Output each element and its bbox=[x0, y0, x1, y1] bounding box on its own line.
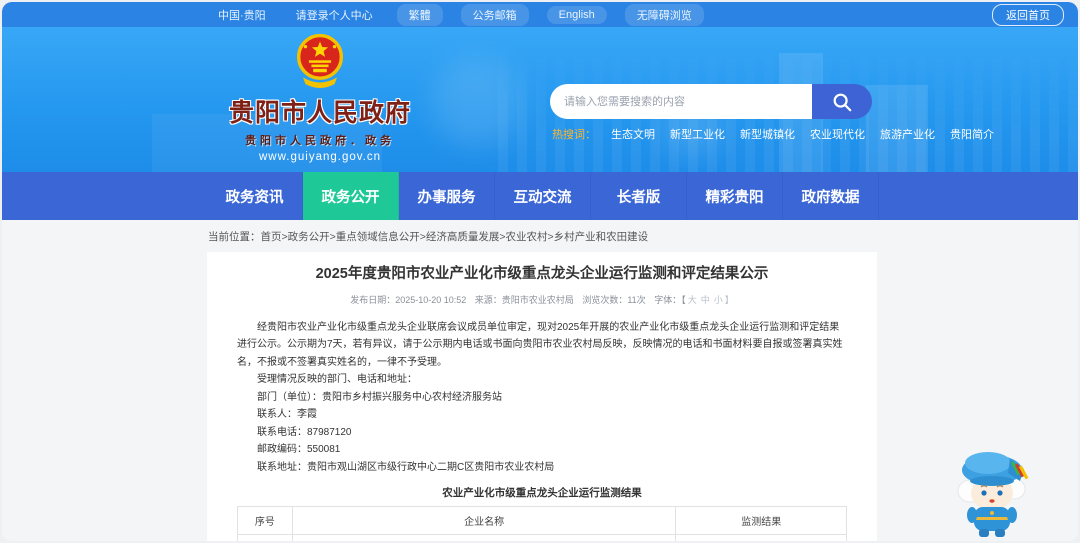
search-input[interactable] bbox=[550, 84, 812, 119]
back-home-button[interactable]: 返回首页 bbox=[992, 3, 1064, 26]
font-size-button[interactable]: 小 bbox=[714, 295, 723, 305]
search-bar bbox=[550, 84, 872, 119]
font-size-close-bracket: 】 bbox=[724, 294, 734, 305]
site-title: 贵阳市人民政府 bbox=[228, 99, 411, 127]
topbar-item[interactable]: 中国·贵阳 bbox=[212, 5, 272, 25]
font-size-button[interactable]: 大 bbox=[688, 295, 697, 305]
article-source: 来源：贵阳市农业农村局 bbox=[474, 294, 574, 305]
paragraph: 联系人：李霞 bbox=[257, 409, 317, 421]
paragraph: 部门（单位）：贵阳市乡村振兴服务中心农村经济服务站 bbox=[257, 391, 502, 403]
mascot-assistant[interactable] bbox=[948, 443, 1036, 539]
nav-tab[interactable]: 长者版 bbox=[591, 172, 687, 220]
font-size-controls: 大中小 bbox=[686, 295, 725, 305]
search-icon bbox=[833, 93, 852, 111]
main-nav: 政务资讯 政务公开 办事服务 互动交流 长者版 精彩贵阳 政府数据 bbox=[2, 172, 1078, 220]
article-title: 2025年度贵阳市农业产业化市级重点龙头企业运行监测和评定结果公示 bbox=[315, 266, 769, 282]
paragraph: 受理情况反映的部门、电话和地址： bbox=[257, 374, 417, 386]
nav-tab[interactable]: 精彩贵阳 bbox=[687, 172, 783, 220]
paragraph: 经贵阳市农业产业化市级重点龙头企业联席会议成员单位审定，现对2025年开展的农业… bbox=[237, 321, 843, 368]
hot-search-link[interactable]: 农业现代化 bbox=[810, 126, 865, 142]
hot-links: 生态文明 新型工业化 新型城镇化 农业现代化 旅游产业化 贵阳简介 bbox=[611, 126, 994, 142]
hot-search-link[interactable]: 生态文明 bbox=[611, 126, 655, 142]
article-card: 2025年度贵阳市农业产业化市级重点龙头企业运行监测和评定结果公示 发布日期：2… bbox=[207, 252, 877, 541]
browser-page: 中国·贵阳 请登录个人中心 繁體 公务邮箱 English 无障碍浏览 返回首页 bbox=[2, 2, 1078, 541]
publish-date: 发布日期：2025-10-20 10:52 bbox=[350, 294, 467, 305]
site-url: www.guiyang.gov.cn bbox=[259, 151, 381, 163]
breadcrumb-label: 当前位置： bbox=[208, 231, 261, 243]
hot-search-row: 热搜词： 生态文明 新型工业化 新型城镇化 农业现代化 旅游产业化 贵阳简介 bbox=[552, 126, 994, 142]
paragraph: 联系电话：87987120 bbox=[257, 426, 352, 438]
cell-monitor-result: 合格 bbox=[675, 534, 847, 541]
page-content: 当前位置：首页>政务公开>重点领域信息公开>经济高质量发展>农业农村>乡村产业和… bbox=[2, 220, 1078, 541]
hot-search-link[interactable]: 贵阳简介 bbox=[950, 126, 994, 142]
hot-search-link[interactable]: 新型城镇化 bbox=[740, 126, 795, 142]
national-emblem-icon bbox=[296, 33, 344, 89]
nav-tab[interactable]: 互动交流 bbox=[495, 172, 591, 220]
site-banner: 贵阳市人民政府 贵阳市人民政府．政务 www.guiyang.gov.cn 热搜… bbox=[2, 27, 1078, 172]
col-header-result: 监测结果 bbox=[675, 506, 847, 536]
topbar-item[interactable]: 公务邮箱 bbox=[460, 3, 529, 26]
site-brand[interactable]: 贵阳市人民政府 贵阳市人民政府．政务 www.guiyang.gov.cn bbox=[220, 33, 420, 163]
nav-tab[interactable]: 政务资讯 bbox=[207, 172, 303, 220]
cell-company-name: 贵州合力超市采购有限公司 bbox=[291, 534, 677, 541]
col-header-company: 企业名称 bbox=[291, 506, 677, 536]
cell-index: 1 bbox=[237, 534, 293, 541]
topbar-item[interactable]: 请登录个人中心 bbox=[290, 5, 379, 25]
hot-search-link[interactable]: 新型工业化 bbox=[670, 126, 725, 142]
result-table-title: 农业产业化市级重点龙头企业运行监测结果 bbox=[442, 487, 642, 500]
table-row: 1 贵州合力超市采购有限公司 合格 bbox=[237, 534, 847, 541]
site-subtitle: 贵阳市人民政府．政务 bbox=[245, 135, 395, 147]
nav-tab[interactable]: 政务公开 bbox=[303, 172, 399, 220]
result-table: 序号 企业名称 监测结果 1 贵州合力超市采购有限公司 合格 bbox=[237, 506, 847, 541]
nav-tab[interactable]: 政府数据 bbox=[783, 172, 879, 220]
nav-tab[interactable]: 办事服务 bbox=[399, 172, 495, 220]
font-size-button[interactable]: 中 bbox=[701, 295, 710, 305]
top-utility-bar: 中国·贵阳 请登录个人中心 繁體 公务邮箱 English 无障碍浏览 返回首页 bbox=[2, 2, 1078, 27]
topbar-item[interactable]: 繁體 bbox=[396, 3, 443, 26]
article-meta: 发布日期：2025-10-20 10:52 来源：贵阳市农业农村局 浏览次数：1… bbox=[237, 293, 847, 306]
topbar-items: 中国·贵阳 请登录个人中心 繁體 公务邮箱 English 无障碍浏览 bbox=[212, 3, 704, 26]
paragraph: 邮政编码：550081 bbox=[257, 444, 341, 456]
nav-tabs: 政务资讯 政务公开 办事服务 互动交流 长者版 精彩贵阳 政府数据 bbox=[207, 172, 879, 220]
table-header-row: 序号 企业名称 监测结果 bbox=[237, 506, 847, 536]
view-count: 浏览次数：11次 bbox=[582, 294, 646, 305]
col-header-index: 序号 bbox=[237, 506, 293, 536]
bokeh-glow bbox=[432, 57, 522, 147]
hot-search-link[interactable]: 旅游产业化 bbox=[880, 126, 935, 142]
article-body: 经贵阳市农业产业化市级重点龙头企业联席会议成员单位审定，现对2025年开展的农业… bbox=[237, 319, 847, 477]
breadcrumb-path[interactable]: 首页>政务公开>重点领域信息公开>经济高质量发展>农业农村>乡村产业和农田建设 bbox=[261, 231, 649, 243]
topbar-item[interactable]: English bbox=[546, 5, 607, 24]
font-size-label: 字体：【 bbox=[654, 294, 686, 305]
paragraph: 联系地址：贵阳市观山湖区市级行政中心二期C区贵阳市农业农村局 bbox=[257, 461, 555, 473]
breadcrumb: 当前位置：首页>政务公开>重点领域信息公开>经济高质量发展>农业农村>乡村产业和… bbox=[2, 220, 1078, 252]
search-button[interactable] bbox=[812, 84, 872, 119]
table-body: 1 贵州合力超市采购有限公司 合格 2 贵州友禾种业有限公司 合格 3 bbox=[237, 534, 847, 541]
hot-search-label: 热搜词： bbox=[552, 129, 596, 141]
topbar-item[interactable]: 无障碍浏览 bbox=[624, 3, 704, 26]
